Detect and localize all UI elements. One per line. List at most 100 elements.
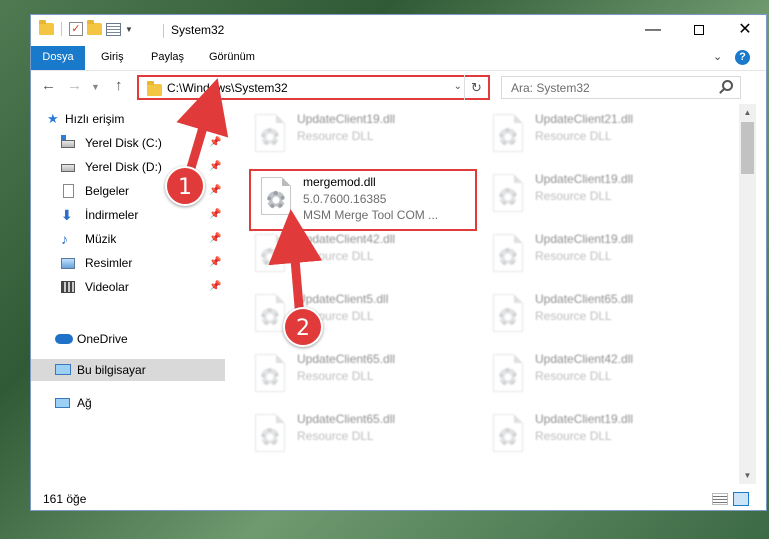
gear-icon (499, 248, 517, 266)
dll-file-icon (493, 354, 523, 392)
dll-file-icon (493, 414, 523, 452)
dll-file-icon (255, 294, 285, 332)
gear-icon (499, 368, 517, 386)
back-button[interactable]: ← (41, 77, 56, 94)
address-path[interactable]: C:\Windows\System32 (167, 81, 288, 95)
pin-icon[interactable]: 📌 (209, 204, 221, 226)
gear-icon (499, 308, 517, 326)
file-tile[interactable]: UpdateClient42.dll Resource DLL (247, 230, 477, 286)
file-tile-mergemod[interactable]: mergemod.dll 5.0.7600.16385 MSM Merge To… (249, 169, 477, 231)
customize-toolbar-arrow-icon[interactable]: ▼ (125, 25, 133, 34)
address-dropdown-icon[interactable]: ⌄ (454, 81, 462, 92)
tab-home[interactable]: Giriş (91, 46, 134, 70)
sidebar-item-downloads[interactable]: ⬇ İndirmeler 📌 (31, 204, 225, 226)
sidebar-item-onedrive[interactable]: OneDrive (31, 328, 225, 350)
sidebar-item-pictures[interactable]: Resimler 📌 (31, 252, 225, 274)
dll-file-icon (493, 114, 523, 152)
drive-icon (61, 164, 75, 172)
separator (61, 22, 62, 36)
callout-marker-1: 1 (165, 166, 205, 206)
file-name: UpdateClient19.dll (535, 232, 634, 246)
search-box[interactable] (501, 76, 741, 99)
file-tile[interactable]: UpdateClient5.dll Resource DLL (247, 290, 477, 346)
help-icon[interactable]: ? (735, 50, 750, 65)
sidebar-item-this-pc[interactable]: Bu bilgisayar (31, 359, 225, 381)
file-name: UpdateClient19.dll (535, 172, 634, 186)
new-folder-icon[interactable] (87, 20, 102, 35)
sidebar-item-quick-access[interactable]: ★ Hızlı erişim (31, 108, 225, 130)
file-tile[interactable]: UpdateClient65.dll Resource DLL (247, 410, 477, 466)
gear-icon (499, 428, 517, 446)
sidebar-item-network[interactable]: Ağ (31, 392, 225, 414)
videos-icon (61, 281, 75, 293)
tab-view[interactable]: Görünüm (199, 46, 265, 70)
view-properties-icon[interactable] (106, 22, 121, 36)
file-name: UpdateClient19.dll (535, 412, 634, 426)
refresh-button[interactable]: ↻ (464, 75, 488, 100)
expand-ribbon-icon[interactable]: ⌄ (713, 50, 722, 63)
recent-locations-icon[interactable]: ▼ (91, 82, 100, 92)
search-input[interactable] (502, 77, 712, 98)
file-type: Resource DLL (535, 369, 612, 383)
pin-icon[interactable]: 📌 (209, 252, 221, 274)
up-button[interactable]: ↑ (115, 77, 123, 94)
scroll-down-icon[interactable]: ▼ (739, 467, 756, 484)
cloud-icon (55, 334, 73, 344)
file-tile[interactable]: UpdateClient42.dll Resource DLL (485, 350, 715, 406)
forward-button[interactable]: → (67, 77, 82, 94)
file-tile[interactable]: UpdateClient19.dll Resource DLL (485, 170, 715, 226)
dll-file-icon (255, 114, 285, 152)
file-tile[interactable]: UpdateClient65.dll Resource DLL (485, 290, 715, 346)
file-tile[interactable]: UpdateClient19.dll Resource DLL (485, 410, 715, 466)
file-name: UpdateClient65.dll (297, 352, 396, 366)
file-tile[interactable]: UpdateClient19.dll Resource DLL (247, 110, 477, 166)
file-type: Resource DLL (535, 129, 612, 143)
file-type: Resource DLL (535, 429, 612, 443)
file-tile[interactable]: UpdateClient65.dll Resource DLL (247, 350, 477, 406)
file-type: Resource DLL (535, 309, 612, 323)
file-name: UpdateClient65.dll (297, 412, 396, 426)
folder-icon (39, 20, 54, 35)
tab-file[interactable]: Dosya (31, 46, 85, 70)
dll-file-icon (255, 354, 285, 392)
file-name: UpdateClient19.dll (297, 112, 396, 126)
gear-icon (261, 368, 279, 386)
dll-file-icon (493, 294, 523, 332)
tiles-view-icon[interactable] (733, 492, 749, 506)
file-tile[interactable]: UpdateClient19.dll Resource DLL (485, 230, 715, 286)
file-version: 5.0.7600.16385 (303, 192, 387, 206)
pin-icon[interactable]: 📌 (209, 180, 221, 202)
pin-icon[interactable]: 📌 (209, 132, 221, 154)
gear-icon (261, 248, 279, 266)
details-view-icon[interactable] (712, 493, 728, 505)
pin-icon[interactable]: 📌 (209, 276, 221, 298)
file-list: UpdateClient19.dll Resource DLL UpdateCl… (227, 104, 739, 484)
gear-icon (261, 308, 279, 326)
computer-icon (55, 364, 71, 375)
dll-file-icon (255, 234, 285, 272)
file-name: UpdateClient65.dll (535, 292, 634, 306)
sidebar-item-music[interactable]: ♪ Müzik 📌 (31, 228, 225, 250)
item-count: 161 öğe (43, 492, 87, 506)
minimize-button[interactable]: — (630, 15, 676, 46)
maximize-button[interactable] (676, 15, 722, 46)
file-tile[interactable]: UpdateClient21.dll Resource DLL (485, 110, 715, 166)
gear-icon (261, 128, 279, 146)
sidebar-item-local-disk-c[interactable]: Yerel Disk (C:) 📌 (31, 132, 225, 154)
sidebar-item-videos[interactable]: Videolar 📌 (31, 276, 225, 298)
close-button[interactable]: ✕ (722, 15, 766, 46)
pin-icon[interactable]: 📌 (209, 228, 221, 250)
file-type: Resource DLL (297, 129, 374, 143)
search-icon[interactable] (722, 80, 733, 91)
scroll-thumb[interactable] (741, 122, 754, 174)
properties-check-icon[interactable]: ✓ (69, 22, 83, 36)
network-icon (55, 398, 70, 408)
vertical-scrollbar[interactable]: ▲ ▼ (739, 104, 756, 484)
address-bar[interactable]: C:\Windows\System32 ⌄ ↻ (137, 75, 490, 100)
scroll-up-icon[interactable]: ▲ (739, 104, 756, 121)
tab-share[interactable]: Paylaş (141, 46, 194, 70)
file-type: Resource DLL (297, 429, 374, 443)
pin-icon[interactable]: 📌 (209, 156, 221, 178)
download-icon: ⬇ (61, 207, 73, 223)
navigation-pane: ★ Hızlı erişim Yerel Disk (C:) 📌 Yerel D… (31, 104, 225, 484)
